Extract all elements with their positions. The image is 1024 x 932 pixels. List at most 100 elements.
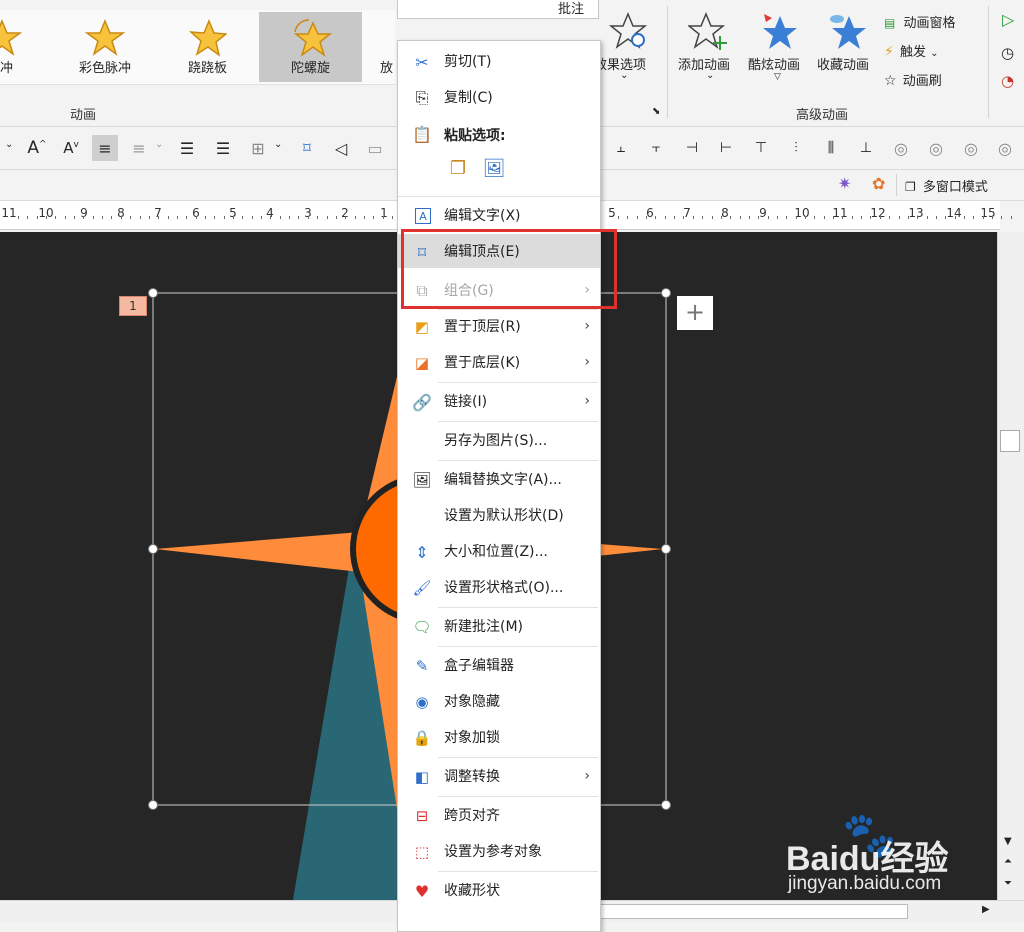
resize-handle-top-right[interactable]: [661, 288, 671, 298]
ruler-tick: [65, 216, 66, 219]
ruler-tick: [889, 216, 890, 219]
menu-item-new-comment[interactable]: 🗨 新建批注(M): [398, 609, 600, 643]
ruler-tick: [637, 216, 638, 219]
menu-item-cross-page-align[interactable]: ⊟ 跨页对齐: [398, 798, 600, 832]
resize-handle-bottom-left[interactable]: [148, 800, 158, 810]
bring-front-icon: ◩: [414, 318, 430, 336]
multiwindow-button[interactable]: ❐ 多窗口模式: [905, 176, 988, 195]
add-element-button[interactable]: +: [677, 296, 713, 330]
increase-font-icon[interactable]: A^: [24, 135, 50, 161]
ruler-tick: [345, 216, 346, 219]
add-animation-button[interactable]: 添加动画 ⌄: [676, 12, 744, 92]
align-middle-icon[interactable]: ⫶: [783, 135, 809, 161]
right-align-icon[interactable]: ☰: [210, 135, 236, 161]
gallery-item-teeter[interactable]: 跷跷板: [165, 12, 250, 82]
gallery-item-pulse[interactable]: 冲: [0, 12, 30, 82]
dialog-launcher-icon[interactable]: ⬊: [652, 106, 660, 117]
align-left-icon[interactable]: ⊢: [713, 135, 739, 161]
distribute-bottom-icon[interactable]: ⫠: [608, 135, 634, 161]
resize-handle-top-left[interactable]: [148, 288, 158, 298]
ruler-tick: [1001, 216, 1002, 219]
gallery-item-spin[interactable]: 陀螺旋: [259, 12, 362, 82]
menu-item-copy[interactable]: ⎘ 复制(C): [398, 80, 600, 114]
shape-combine-icon[interactable]: ◎: [923, 135, 949, 161]
menu-item-box-editor[interactable]: ✎ 盒子编辑器: [398, 648, 600, 682]
align-top-icon[interactable]: ⫟: [643, 135, 669, 161]
menu-item-size-position[interactable]: ⇕ 大小和位置(Z)...: [398, 534, 600, 568]
vertical-scrollbar[interactable]: ▼ ⏶ ⏷: [997, 232, 1024, 900]
trigger-button[interactable]: ⚡ 触发 ⌄: [884, 41, 974, 61]
menu-item-hide-object[interactable]: ◉ 对象隐藏: [398, 684, 600, 718]
menu-item-lock-object[interactable]: 🔒 对象加锁: [398, 720, 600, 754]
decrease-font-icon[interactable]: Av: [58, 135, 84, 161]
justify-icon[interactable]: ≡: [126, 135, 152, 161]
animation-order-badge[interactable]: 1: [119, 296, 147, 316]
gallery-item-grow[interactable]: 放: [372, 12, 396, 82]
menu-item-adjust-convert[interactable]: ◧ 调整转换 ›: [398, 759, 600, 793]
shape-fragment-icon[interactable]: ◎: [958, 135, 984, 161]
ruler-tick: [749, 216, 750, 219]
table-border-icon[interactable]: ⊞: [245, 135, 271, 161]
menu-item-edit-alt-text[interactable]: 🖼 编辑替换文字(A)...: [398, 462, 600, 496]
timer-icon[interactable]: ◔: [1001, 72, 1014, 90]
scroll-thumb[interactable]: [600, 904, 908, 919]
resize-handle-bottom-right[interactable]: [661, 800, 671, 810]
scroll-thumb[interactable]: [1000, 430, 1020, 452]
chevron-down-icon[interactable]: ⌄: [155, 139, 163, 150]
menu-item-save-as-picture[interactable]: 另存为图片(S)...: [398, 423, 600, 457]
ruler-tick: [702, 216, 703, 219]
cool-star-icon: [763, 14, 797, 49]
animation-pane-icon: ▤: [884, 16, 896, 30]
page-down-icon[interactable]: ⏷: [1004, 878, 1012, 889]
page-up-icon[interactable]: ⏶: [1004, 856, 1012, 867]
edit-points-icon[interactable]: ⌑: [294, 135, 320, 161]
scroll-right-icon[interactable]: ▶: [982, 904, 990, 915]
send-icon[interactable]: ◁: [328, 135, 354, 161]
menu-item-cut[interactable]: ✂ 剪切(T): [398, 44, 600, 78]
pulse-star-icon: [0, 19, 22, 56]
ruler-tick: [102, 216, 103, 219]
center-align-icon[interactable]: ≡: [92, 135, 118, 161]
scroll-down-icon[interactable]: ▼: [1004, 836, 1012, 847]
favorite-animation-button[interactable]: 收藏动画: [815, 12, 881, 92]
alt-text-icon: 🖼: [412, 471, 432, 489]
menu-item-send-back[interactable]: ◪ 置于底层(K) ›: [398, 345, 600, 379]
paste-keep-format-button[interactable]: ❐: [445, 158, 471, 186]
clock-icon[interactable]: ◷: [1001, 44, 1014, 62]
distribute-h-icon[interactable]: ⫼: [818, 135, 844, 161]
menu-item-link[interactable]: 🔗 链接(I) ›: [398, 384, 600, 418]
ruler-tick: [242, 216, 243, 219]
menu-item-set-default-shape[interactable]: 设置为默认形状(D): [398, 498, 600, 532]
ruler-tick: [768, 216, 769, 219]
chevron-down-icon[interactable]: ⌄: [5, 139, 13, 150]
resize-handle-right[interactable]: [661, 544, 671, 554]
resize-handle-left[interactable]: [148, 544, 158, 554]
menu-item-edit-text[interactable]: A 编辑文字(X): [398, 198, 600, 232]
menu-item-bring-front[interactable]: ◩ 置于顶层(R) ›: [398, 309, 600, 343]
align-right-icon[interactable]: ⊣: [679, 135, 705, 161]
magic-icon[interactable]: ✷: [838, 174, 851, 193]
effect-options-button[interactable]: 效果选项 ⌄: [594, 12, 658, 92]
shape-subtract-icon[interactable]: ◎: [992, 135, 1018, 161]
textbox-icon[interactable]: ▭: [362, 135, 388, 161]
play-icon[interactable]: ▷: [1002, 10, 1014, 29]
comment-tab-label[interactable]: 批注: [558, 0, 584, 17]
gear-icon[interactable]: ✿: [872, 174, 885, 193]
shape-union-icon[interactable]: ◎: [888, 135, 914, 161]
animation-brush-button[interactable]: ☆ 动画刷: [884, 70, 974, 90]
animation-pane-button[interactable]: ▤ 动画窗格: [884, 12, 974, 32]
paint-bucket-icon: 🖌: [412, 579, 432, 597]
menu-item-format-shape[interactable]: 🖌 设置形状格式(O)...: [398, 570, 600, 604]
favorite-star-icon: [830, 15, 866, 49]
align-center-h-icon[interactable]: ⊤: [748, 135, 774, 161]
chevron-down-icon[interactable]: ⌄: [274, 139, 282, 150]
cool-animation-button[interactable]: 酷炫动画 ▽: [746, 12, 812, 92]
teeter-star-icon: [188, 19, 227, 57]
gallery-item-color-pulse[interactable]: 彩色脉冲: [60, 12, 150, 82]
menu-item-set-reference[interactable]: ⬚ 设置为参考对象: [398, 834, 600, 868]
paste-as-picture-button[interactable]: 🖼: [481, 158, 507, 186]
menu-item-favorite-shape[interactable]: ♥ 收藏形状: [398, 873, 600, 907]
distribute-v-icon[interactable]: ⊥: [853, 135, 879, 161]
left-align-icon[interactable]: ☰: [174, 135, 200, 161]
ruler-label: 11: [832, 206, 848, 220]
